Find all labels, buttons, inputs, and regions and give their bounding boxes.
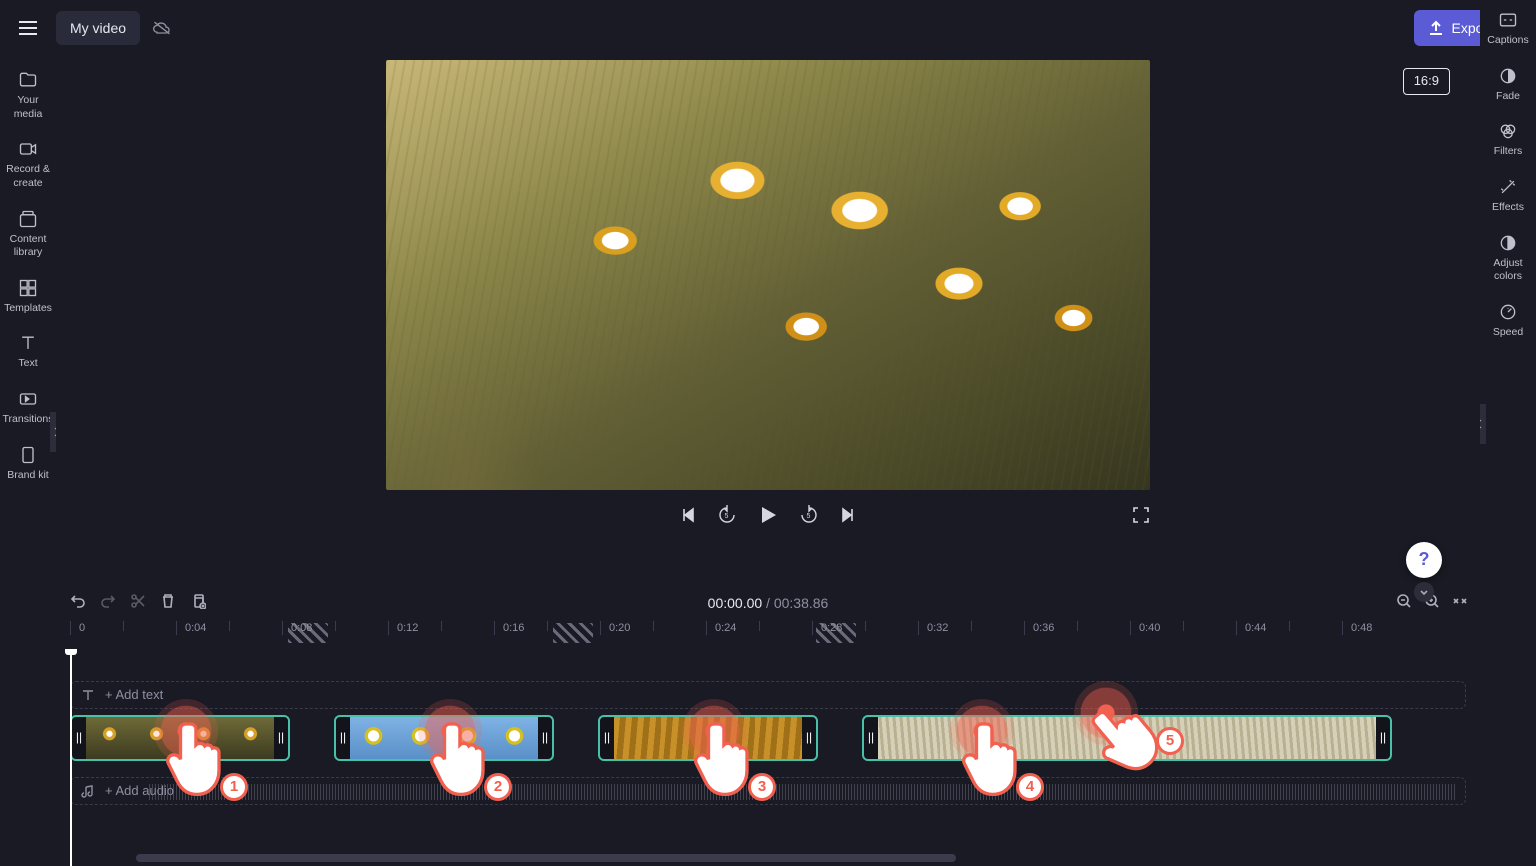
ruler-minor-tick (547, 621, 552, 631)
sidebar-item-record-create[interactable]: Record & create (2, 139, 54, 190)
video-clip-4[interactable]: Pampas grass || || (862, 715, 1392, 761)
menu-button[interactable] (12, 12, 44, 44)
audio-waveform (147, 784, 1457, 800)
ruler-minor-tick (971, 621, 976, 631)
sidebar-item-adjust-colors[interactable]: Adjust colors (1482, 233, 1534, 284)
ruler-minor-tick (865, 621, 870, 631)
ruler-minor-tick (1077, 621, 1082, 631)
sidebar-label: Transitions (3, 413, 54, 427)
split-button[interactable] (130, 593, 146, 609)
sidebar-label: Speed (1493, 326, 1523, 340)
sidebar-label: Record & create (2, 163, 54, 190)
fit-timeline-button[interactable] (1452, 593, 1468, 609)
play-button[interactable] (757, 504, 779, 526)
ruler-minor-tick (653, 621, 658, 631)
clip-trim-left[interactable]: || (600, 717, 614, 759)
timeline-ruler[interactable]: 0 0:04 0:08 0:12 0:16 0:20 0:24 0:28 0:32 0:36 0:4… (56, 621, 1480, 649)
clip-trim-right[interactable]: || (274, 717, 288, 759)
ruler-tick: 0:04 (176, 621, 206, 635)
ruler-minor-tick (759, 621, 764, 631)
skip-forward-button[interactable] (839, 506, 857, 524)
ruler-minor-tick (229, 621, 234, 631)
sidebar-label: Effects (1492, 201, 1524, 215)
gap-indicator (553, 623, 593, 643)
clip-trim-left[interactable]: || (72, 717, 86, 759)
help-button[interactable]: ? (1406, 542, 1442, 578)
sidebar-item-your-media[interactable]: Your media (2, 70, 54, 121)
sidebar-item-content-library[interactable]: Content library (2, 209, 54, 260)
undo-button[interactable] (70, 593, 86, 609)
ruler-minor-tick (123, 621, 128, 631)
timeline-timecode: 00:00.00 / 00:38.86 (708, 594, 829, 612)
ruler-tick: 0:44 (1236, 621, 1266, 635)
audio-track-placeholder[interactable]: + Add audio (70, 777, 1466, 805)
svg-text:5: 5 (725, 513, 729, 520)
delete-button[interactable] (160, 593, 176, 609)
sidebar-item-templates[interactable]: Templates (2, 278, 54, 316)
ruler-minor-tick (1289, 621, 1294, 631)
video-preview[interactable] (386, 60, 1150, 490)
sidebar-label: Fade (1496, 90, 1520, 104)
ruler-tick: 0:16 (494, 621, 524, 635)
project-title[interactable]: My video (56, 11, 140, 45)
ruler-minor-tick (1183, 621, 1188, 631)
ruler-tick: 0:40 (1130, 621, 1160, 635)
sidebar-label: Brand kit (7, 469, 48, 483)
collapse-help-button[interactable] (1414, 582, 1434, 602)
video-clip-1[interactable]: || || (70, 715, 290, 761)
sidebar-item-filters[interactable]: Filters (1482, 121, 1534, 159)
video-clip-2[interactable]: || || (334, 715, 554, 761)
rewind-5-button[interactable]: 5 (717, 505, 737, 525)
ruler-tick: 0:32 (918, 621, 948, 635)
forward-5-button[interactable]: 5 (799, 505, 819, 525)
video-clip-3[interactable]: || || (598, 715, 818, 761)
sidebar-item-fade[interactable]: Fade (1482, 66, 1534, 104)
sidebar-label: Text (18, 357, 37, 371)
ruler-tick: 0:24 (706, 621, 736, 635)
clip-trim-left[interactable]: || (864, 717, 878, 759)
ruler-tick: 0:20 (600, 621, 630, 635)
clip-trim-right[interactable]: || (802, 717, 816, 759)
aspect-ratio-button[interactable]: 16:9 (1403, 68, 1450, 95)
clip-trim-right[interactable]: || (538, 717, 552, 759)
sidebar-label: Adjust colors (1482, 257, 1534, 284)
sidebar-label: Templates (4, 302, 52, 316)
cloud-sync-off-icon (152, 20, 172, 36)
ruler-tick: 0:36 (1024, 621, 1054, 635)
sidebar-item-text[interactable]: Text (2, 333, 54, 371)
ruler-minor-tick (335, 621, 340, 631)
skip-back-button[interactable] (679, 506, 697, 524)
sidebar-item-effects[interactable]: Effects (1482, 177, 1534, 215)
ruler-minor-tick (441, 621, 446, 631)
redo-button[interactable] (100, 593, 116, 609)
zoom-out-button[interactable] (1396, 593, 1412, 609)
fullscreen-button[interactable] (1132, 506, 1150, 524)
ruler-tick: 0 (70, 621, 85, 635)
video-track[interactable]: || || || || || || Pampas grass || (70, 715, 1466, 767)
sidebar-item-transitions[interactable]: Transitions (2, 389, 54, 427)
sidebar-label: Captions (1487, 34, 1528, 48)
ruler-tick: 0:48 (1342, 621, 1372, 635)
sidebar-label: Your media (2, 94, 54, 121)
clip-trim-left[interactable]: || (336, 717, 350, 759)
clip-trim-right[interactable]: || (1376, 717, 1390, 759)
ruler-tick: 0:12 (388, 621, 418, 635)
duplicate-button[interactable] (190, 593, 206, 609)
ruler-tick: 0:08 (282, 621, 312, 635)
sidebar-item-captions[interactable]: Captions (1482, 10, 1534, 48)
ruler-tick: 0:28 (812, 621, 842, 635)
sidebar-label: Content library (2, 233, 54, 260)
svg-text:5: 5 (807, 513, 811, 520)
sidebar-item-speed[interactable]: Speed (1482, 302, 1534, 340)
timeline-scrollbar[interactable] (136, 854, 956, 862)
sidebar-item-brand-kit[interactable]: Brand kit (2, 445, 54, 483)
text-track-placeholder[interactable]: + Add text (70, 681, 1466, 709)
sidebar-label: Filters (1494, 145, 1523, 159)
playhead[interactable] (70, 649, 72, 866)
